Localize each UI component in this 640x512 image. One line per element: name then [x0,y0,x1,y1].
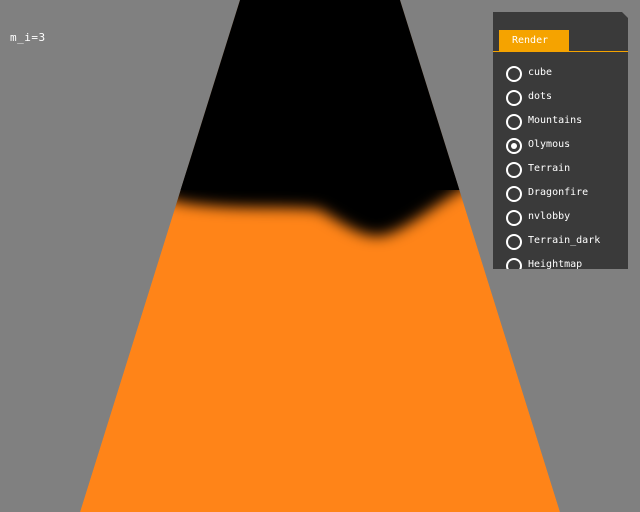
debug-label: m_i=3 [10,31,46,44]
option-cube[interactable]: cube [493,62,628,86]
render-panel: Render cube dots Mountains Olymous Terra… [493,12,628,269]
radio-button-icon[interactable] [506,90,522,106]
radio-button-icon[interactable] [506,210,522,226]
option-label: Dragonfire [528,187,589,198]
option-label: dots [528,91,553,102]
option-terrain-dark[interactable]: Terrain_dark [493,230,628,254]
panel-divider [493,51,628,52]
option-label: nvlobby [528,211,571,222]
radio-button-icon[interactable] [506,186,522,202]
radio-button-icon[interactable] [506,66,522,82]
option-label: Terrain [528,163,571,174]
render-option-list: cube dots Mountains Olymous Terrain Drag… [493,62,628,278]
option-dots[interactable]: dots [493,86,628,110]
render-viewport[interactable]: m_i=3 Render cube dots Mountains Olymous [0,0,640,512]
radio-button-icon[interactable] [506,114,522,130]
radio-dot-icon [511,143,517,149]
option-label: cube [528,67,553,78]
option-nvlobby[interactable]: nvlobby [493,206,628,230]
option-olymous[interactable]: Olymous [493,134,628,158]
sky-region [150,0,490,190]
radio-button-icon[interactable] [506,234,522,250]
option-dragonfire[interactable]: Dragonfire [493,182,628,206]
option-terrain[interactable]: Terrain [493,158,628,182]
option-label: Olymous [528,139,571,150]
radio-button-icon[interactable] [506,138,522,154]
option-mountains[interactable]: Mountains [493,110,628,134]
radio-button-icon[interactable] [506,162,522,178]
option-label: Mountains [528,115,583,126]
tab-render[interactable]: Render [499,30,569,51]
option-label: Terrain_dark [528,235,601,246]
